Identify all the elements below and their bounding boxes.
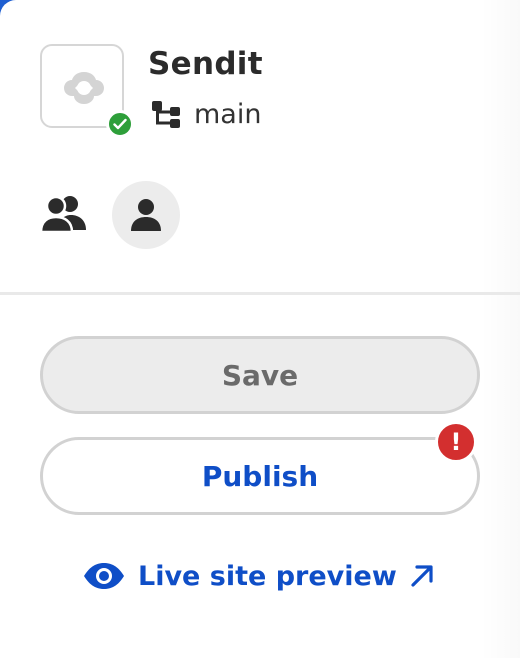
team-button[interactable] xyxy=(39,194,88,238)
eye-icon xyxy=(84,563,124,589)
user-avatar-button[interactable] xyxy=(112,181,180,249)
live-site-preview-label: Live site preview xyxy=(138,560,397,592)
arrow-up-right-icon xyxy=(411,565,433,587)
branch-icon xyxy=(152,101,180,128)
panel-edge-shade xyxy=(480,0,520,658)
project-name: Sendit xyxy=(148,46,263,82)
cloud-logo-icon xyxy=(64,72,104,104)
branch-selector[interactable]: main xyxy=(150,98,261,130)
check-icon xyxy=(113,118,127,130)
status-ok-badge xyxy=(106,110,134,138)
publish-alert-badge: ! xyxy=(435,421,477,463)
panel-corner xyxy=(0,0,32,32)
section-divider xyxy=(0,292,520,295)
live-site-preview-link[interactable]: Live site preview xyxy=(82,556,435,596)
user-icon xyxy=(131,199,161,231)
team-icon xyxy=(39,195,86,234)
publish-button[interactable]: Publish xyxy=(40,437,480,515)
save-button[interactable]: Save xyxy=(40,336,480,414)
branch-name: main xyxy=(194,98,262,130)
